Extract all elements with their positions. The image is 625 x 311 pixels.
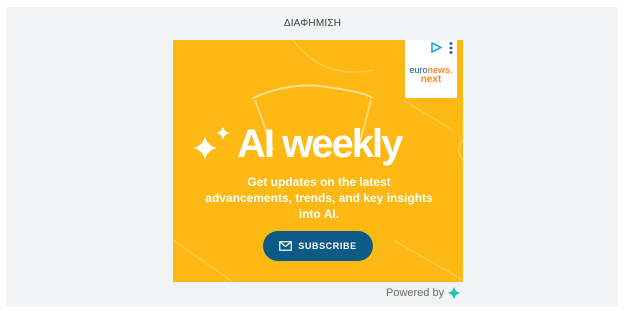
subscribe-button[interactable]: SUBSCRIBE xyxy=(263,231,373,261)
adchoices-icon[interactable] xyxy=(431,42,442,53)
ad-banner[interactable]: euronews. next AI weekly Get updates on … xyxy=(173,40,463,282)
envelope-icon xyxy=(279,241,293,251)
powered-by-label: Powered by xyxy=(386,287,445,299)
powered-by[interactable]: Powered by xyxy=(386,287,461,299)
more-options-icon[interactable] xyxy=(448,41,454,55)
ad-label: ΔΙΑΦΗΜΙΣΗ xyxy=(283,18,342,29)
ad-subtext: Get updates on the latest advancements, … xyxy=(205,175,433,221)
brand-wordmark: euronews. next xyxy=(407,65,455,85)
brand-next: next xyxy=(420,74,442,85)
subscribe-label: SUBSCRIBE xyxy=(298,241,357,251)
provider-logo-icon xyxy=(448,287,461,299)
ad-headline: AI weekly xyxy=(237,122,403,166)
euronews-next-logo[interactable]: euronews. next xyxy=(405,40,457,98)
sparkle-icon xyxy=(193,126,230,160)
